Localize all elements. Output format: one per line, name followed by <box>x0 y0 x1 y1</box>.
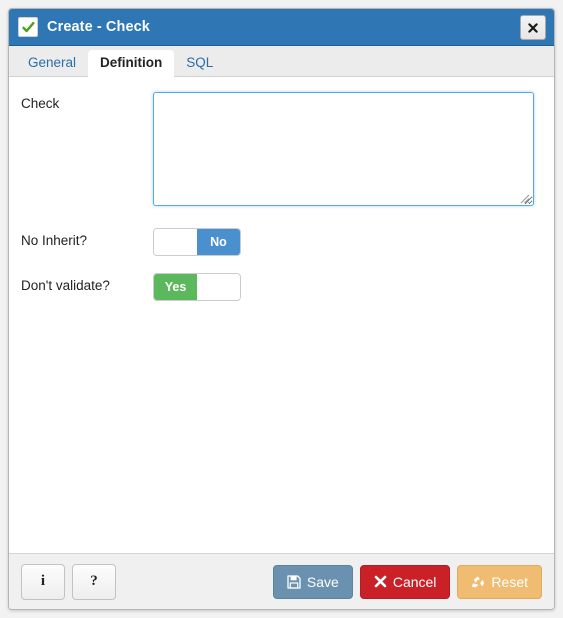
tab-general[interactable]: General <box>16 50 88 77</box>
no-inherit-toggle-left <box>154 229 197 255</box>
save-button[interactable]: Save <box>272 564 353 599</box>
help-button[interactable]: ? <box>72 563 116 600</box>
dialog-titlebar: Create - Check <box>9 9 554 46</box>
no-inherit-field-row: No Inherit? No <box>9 228 554 256</box>
definition-tab-panel: Check No Inherit? No Don't validate? Yes <box>9 77 554 553</box>
cancel-button[interactable]: Cancel <box>359 564 451 599</box>
check-label: Check <box>21 96 60 111</box>
check-input[interactable] <box>153 92 534 206</box>
no-inherit-toggle-value: No <box>197 229 240 255</box>
dont-validate-toggle[interactable]: Yes <box>153 273 241 301</box>
dont-validate-toggle-right <box>197 274 240 300</box>
dont-validate-toggle-value: Yes <box>154 274 197 300</box>
reset-button[interactable]: Reset <box>457 564 542 599</box>
create-check-dialog: Create - Check General Definition SQL Ch… <box>8 8 555 610</box>
footer-left-buttons: i ? <box>21 563 116 600</box>
info-button[interactable]: i <box>21 563 65 600</box>
footer-right-buttons: Save Cancel Reset <box>272 564 542 599</box>
dialog-footer: i ? Save Cancel Reset <box>9 553 554 609</box>
cancel-button-label: Cancel <box>392 573 437 590</box>
tab-sql[interactable]: SQL <box>174 50 225 77</box>
no-inherit-label: No Inherit? <box>21 233 88 248</box>
reset-button-label: Reset <box>491 573 528 590</box>
close-cross-icon <box>374 575 387 588</box>
no-inherit-toggle[interactable]: No <box>153 228 241 256</box>
save-button-label: Save <box>306 573 339 590</box>
dont-validate-field-row: Don't validate? Yes <box>9 273 554 301</box>
recycle-icon <box>471 575 485 589</box>
checkbox-checked-icon <box>18 17 38 37</box>
tab-bar: General Definition SQL <box>9 46 554 77</box>
dont-validate-label: Don't validate? <box>21 278 110 293</box>
floppy-disk-icon <box>287 574 301 589</box>
tab-definition[interactable]: Definition <box>88 49 175 77</box>
dialog-title: Create - Check <box>47 19 150 35</box>
close-icon[interactable] <box>520 15 546 40</box>
check-field-row: Check <box>9 92 554 211</box>
